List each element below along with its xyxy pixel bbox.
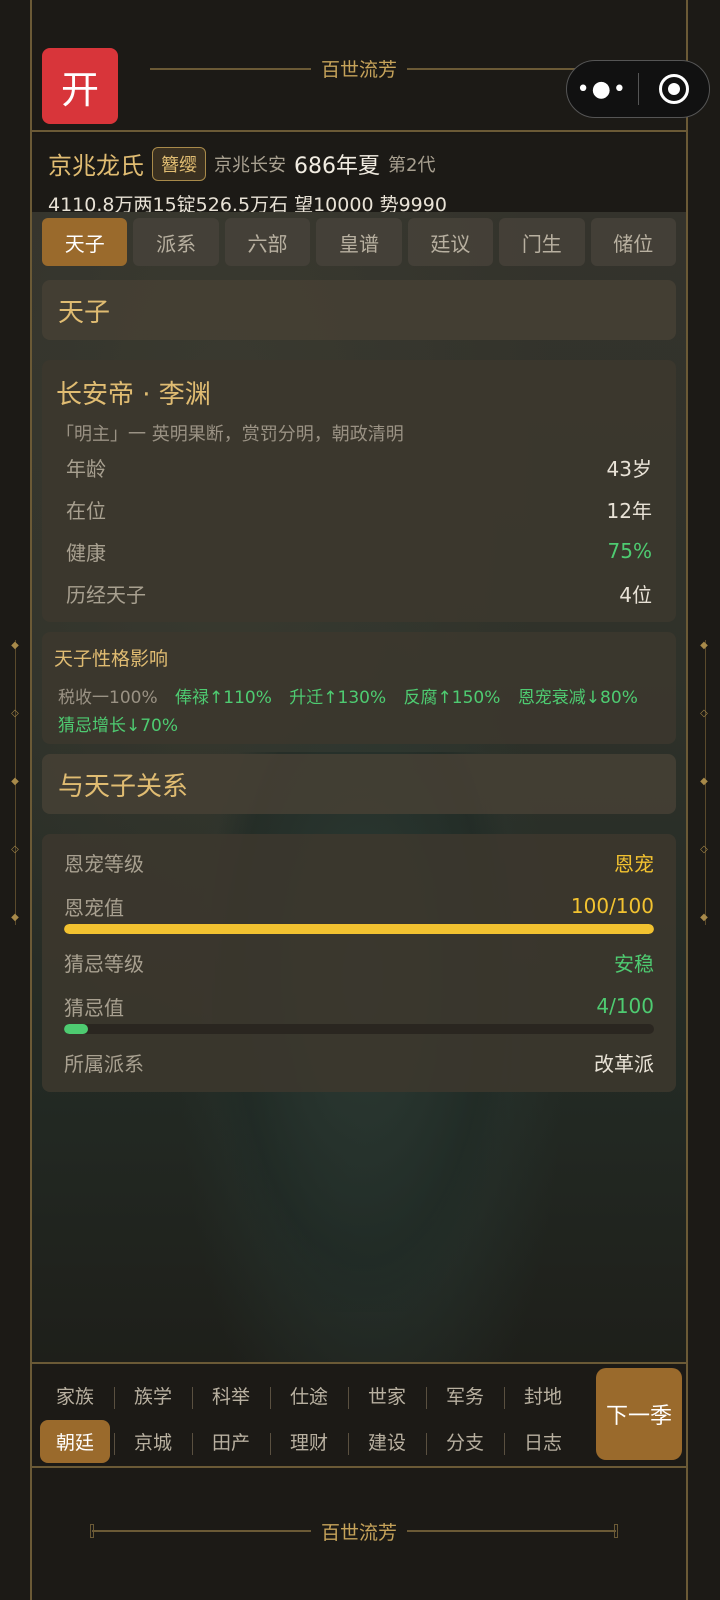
clan-rank-badge: 簪缨 — [152, 146, 206, 181]
nav-item-career[interactable]: 仕途 — [270, 1382, 348, 1409]
generation: 第2代 — [388, 154, 436, 176]
game-date: 686年夏 — [294, 153, 380, 179]
nav-item-military[interactable]: 军务 — [426, 1382, 504, 1409]
effects-list: 税收一100% 俸禄↑110% 升迁↑130% 反腐↑150% 恩宠衰减↓80%… — [58, 684, 666, 740]
emperor-card: 长安帝 · 李渊 「明主」一 英明果断，赏罚分明，朝政清明 年龄 43岁 在位 … — [42, 360, 676, 622]
nav-item-branches[interactable]: 分支 — [426, 1428, 504, 1455]
stat-row-reign: 在位 12年 — [66, 498, 652, 523]
main-frame: 开 百世流芳 •●• 京兆龙氏 簪缨 京兆长安 686年夏 第2代 4110.8… — [32, 0, 710, 1600]
favor-progress-bar — [64, 924, 654, 934]
clan-name: 京兆龙氏 — [48, 152, 144, 180]
stat-row-health: 健康 75% — [66, 539, 652, 565]
court-tabs: 天子 派系 六部 皇谱 廷议 门生 储位 — [42, 218, 676, 266]
faction-row: 所属派系 改革派 — [64, 1051, 654, 1076]
top-bar: 开 百世流芳 •●• — [32, 0, 710, 132]
tab-disciples[interactable]: 门生 — [499, 218, 585, 266]
suspicion-progress-bar — [64, 1024, 654, 1034]
tab-court-debate[interactable]: 廷议 — [407, 218, 494, 266]
next-season-button[interactable]: 下一季 — [596, 1368, 682, 1460]
clan-info-bar: 京兆龙氏 簪缨 京兆长安 686年夏 第2代 4110.8万两15锭526.5万… — [32, 134, 686, 216]
effect-anticorruption: 反腐↑150% — [403, 688, 501, 708]
left-rail: ◆ ◇ ◆ ◇ ◆ — [0, 0, 32, 1600]
section-title-emperor: 天子 — [42, 280, 676, 340]
relation-card: 恩宠等级 恩宠 恩宠值 100/100 猜忌等级 安稳 猜忌值 4/100 所属… — [42, 834, 676, 1092]
suspicion-level-row: 猜忌等级 安稳 — [64, 951, 654, 976]
diamond-ornament-icon: ◇ — [700, 708, 708, 719]
footer: 百世流芳 — [32, 1468, 686, 1600]
emperor-trait: 「明主」一 英明果断，赏罚分明，朝政清明 — [56, 424, 404, 445]
clan-location: 京兆长安 — [214, 154, 286, 176]
favor-level-row: 恩宠等级 恩宠 — [64, 851, 654, 876]
miniprogram-capsule: •●• — [566, 60, 710, 118]
tab-succession[interactable]: 储位 — [590, 218, 676, 266]
effect-tax: 税收一100% — [58, 688, 158, 708]
game-title: 百世流芳 — [310, 55, 408, 82]
court-scene: 天子 派系 六部 皇谱 廷议 门生 储位 天子 长安帝 · 李渊 「明主」一 英… — [32, 212, 686, 1362]
favor-progress-fill — [64, 924, 654, 934]
diamond-ornament-icon: ◆ — [700, 640, 708, 651]
diamond-ornament-icon: ◆ — [11, 912, 19, 923]
effect-promotion: 升迁↑130% — [289, 688, 387, 708]
tab-six-ministries[interactable]: 六部 — [224, 218, 311, 266]
effects-title: 天子性格影响 — [54, 648, 169, 670]
nav-item-estates[interactable]: 田产 — [192, 1428, 270, 1455]
nav-item-noble-families[interactable]: 世家 — [348, 1382, 426, 1409]
right-rail: ◆ ◇ ◆ ◇ ◆ — [686, 0, 720, 1600]
diamond-ornament-icon: ◇ — [11, 844, 19, 855]
nav-item-exam[interactable]: 科举 — [192, 1382, 270, 1409]
section-title-relation: 与天子关系 — [42, 754, 676, 814]
close-miniprogram-icon[interactable] — [639, 74, 710, 104]
nav-item-court[interactable]: 朝廷 — [36, 1419, 114, 1463]
stat-row-age: 年龄 43岁 — [66, 456, 652, 481]
stat-row-emperors-served: 历经天子 4位 — [66, 582, 652, 607]
emperor-name: 长安帝 · 李渊 — [56, 380, 211, 410]
app-open-button[interactable]: 开 — [42, 48, 118, 124]
nav-row-2: 朝廷 京城 田产 理财 建设 分支 日志 — [36, 1418, 582, 1464]
footer-title: 百世流芳 — [310, 1518, 408, 1545]
tab-imperial-genealogy[interactable]: 皇谱 — [316, 218, 402, 266]
tab-emperor[interactable]: 天子 — [42, 218, 128, 266]
nav-item-construction[interactable]: 建设 — [348, 1428, 426, 1455]
suspicion-progress-fill — [64, 1024, 88, 1034]
nav-row-1: 家族 族学 科举 仕途 世家 军务 封地 — [36, 1372, 582, 1418]
bottom-navigation: 家族 族学 科举 仕途 世家 军务 封地 朝廷 京城 田产 理财 建设 分支 日… — [32, 1362, 686, 1468]
nav-item-finance[interactable]: 理财 — [270, 1428, 348, 1455]
effect-suspicion-growth: 猜忌增长↓70% — [58, 716, 179, 736]
more-options-icon[interactable]: •●• — [567, 77, 638, 102]
nav-item-fief[interactable]: 封地 — [504, 1382, 582, 1409]
diamond-ornament-icon: ◆ — [700, 776, 708, 787]
diamond-ornament-icon: ◇ — [11, 708, 19, 719]
nav-item-family[interactable]: 家族 — [36, 1382, 114, 1409]
diamond-ornament-icon: ◆ — [11, 640, 19, 651]
diamond-ornament-icon: ◆ — [11, 776, 19, 787]
diamond-ornament-icon: ◇ — [700, 844, 708, 855]
suspicion-value-row: 猜忌值 4/100 — [64, 994, 654, 1020]
diamond-ornament-icon: ◆ — [700, 912, 708, 923]
effect-salary: 俸禄↑110% — [175, 688, 272, 708]
effect-favor-decay: 恩宠衰减↓80% — [517, 688, 638, 708]
favor-value-row: 恩宠值 100/100 — [64, 894, 654, 920]
nav-item-capital[interactable]: 京城 — [114, 1428, 192, 1455]
nav-item-clan-school[interactable]: 族学 — [114, 1382, 192, 1409]
nav-item-log[interactable]: 日志 — [504, 1428, 582, 1455]
personality-effects-card: 天子性格影响 税收一100% 俸禄↑110% 升迁↑130% 反腐↑150% 恩… — [42, 632, 676, 744]
tab-factions[interactable]: 派系 — [133, 218, 219, 266]
